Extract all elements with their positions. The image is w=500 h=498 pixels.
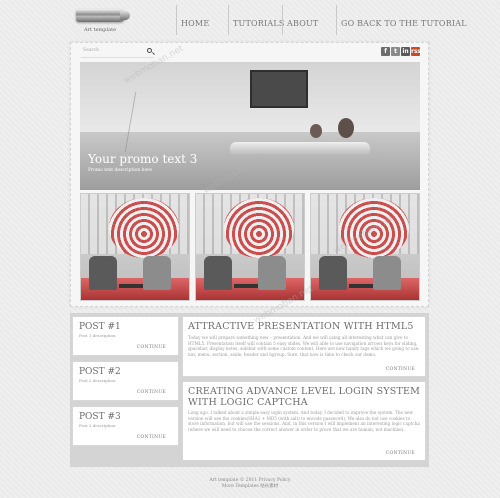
- thumb-swirl-art: [109, 198, 179, 258]
- nav-tutorials[interactable]: TUTORIALS: [228, 5, 284, 35]
- logo-pen-icon: [76, 9, 126, 22]
- post-description: Post 2 description: [79, 378, 116, 383]
- twitter-icon[interactable]: t: [391, 47, 400, 56]
- search-input[interactable]: Search: [83, 48, 99, 53]
- promo-thumbnail[interactable]: [195, 193, 305, 301]
- promo-subtitle: Promo text description here: [88, 168, 153, 173]
- logo-text: Art template: [84, 27, 117, 33]
- post-continue-link[interactable]: CONTINUE: [137, 345, 166, 350]
- promo-panel: Search f t in rss Your promo text 3 Prom…: [70, 42, 429, 307]
- social-icons: f t in rss: [381, 47, 421, 56]
- article-card: ATTRACTIVE PRESENTATION WITH HTML5 Today…: [182, 316, 426, 377]
- promo-image-vase: [310, 124, 322, 138]
- post-continue-link[interactable]: CONTINUE: [137, 435, 166, 440]
- post-title[interactable]: POST #1: [79, 322, 121, 332]
- thumb-swirl-art: [224, 198, 294, 258]
- content-area: POST #1 Post 1 description CONTINUE POST…: [70, 313, 429, 467]
- linkedin-icon[interactable]: in: [401, 47, 410, 56]
- promo-slider[interactable]: Your promo text 3 Promo text description…: [80, 62, 420, 190]
- footer: Art template © 2011 Privacy Policy More …: [0, 478, 500, 490]
- article-body: Long ago, I talked about a simple easy l…: [188, 410, 420, 433]
- nav-home[interactable]: HOME: [176, 5, 228, 35]
- article-continue-link[interactable]: CONTINUE: [386, 367, 415, 372]
- article-card: CREATING ADVANCE LEVEL LOGIN SYSTEM WITH…: [182, 381, 426, 461]
- article-title[interactable]: CREATING ADVANCE LEVEL LOGIN SYSTEM WITH…: [188, 386, 422, 408]
- post-title[interactable]: POST #2: [79, 367, 121, 377]
- search-icon[interactable]: [147, 48, 152, 53]
- post-description: Post 1 description: [79, 333, 116, 338]
- rss-icon[interactable]: rss: [411, 47, 421, 56]
- article-title[interactable]: ATTRACTIVE PRESENTATION WITH HTML5: [188, 321, 422, 332]
- nav-about[interactable]: ABOUT: [282, 5, 336, 35]
- post-card: POST #1 Post 1 description CONTINUE: [72, 316, 179, 356]
- post-card: POST #3 Post 3 description CONTINUE: [72, 406, 179, 446]
- facebook-icon[interactable]: f: [381, 47, 390, 56]
- promo-image-tv: [250, 70, 308, 108]
- thumb-table: [234, 284, 258, 288]
- promo-thumbnail[interactable]: [310, 193, 420, 301]
- footer-more-templates[interactable]: More Templates 站长素材: [0, 484, 500, 490]
- search-box[interactable]: Search: [81, 47, 154, 58]
- post-card: POST #2 Post 2 description CONTINUE: [72, 361, 179, 401]
- thumb-chair: [89, 256, 117, 290]
- promo-thumbnails: [80, 193, 420, 301]
- article-continue-link[interactable]: CONTINUE: [386, 451, 415, 456]
- thumb-chair: [319, 256, 347, 290]
- promo-image-shelf: [230, 142, 370, 156]
- thumb-chair: [258, 256, 286, 290]
- article-body: Today we will prepare something new – pr…: [188, 335, 420, 358]
- promo-caption: Your promo text 3 Promo text description…: [88, 152, 197, 173]
- post-continue-link[interactable]: CONTINUE: [137, 390, 166, 395]
- promo-thumbnail[interactable]: [80, 193, 190, 301]
- main-nav: HOME TUTORIALS ABOUT GO BACK TO THE TUTO…: [176, 5, 467, 35]
- thumb-chair: [373, 256, 401, 290]
- thumb-swirl-art: [339, 198, 409, 258]
- post-title[interactable]: POST #3: [79, 412, 121, 422]
- logo[interactable]: Art template: [76, 7, 132, 37]
- logo-pen-tip-icon: [120, 11, 130, 20]
- promo-image-vase: [338, 118, 354, 138]
- thumb-chair: [204, 256, 232, 290]
- post-description: Post 3 description: [79, 423, 116, 428]
- thumb-table: [119, 284, 143, 288]
- thumb-table: [349, 284, 373, 288]
- promo-title: Your promo text 3: [88, 152, 198, 166]
- thumb-chair: [143, 256, 171, 290]
- nav-back-to-tutorial[interactable]: GO BACK TO THE TUTORIAL: [336, 5, 467, 35]
